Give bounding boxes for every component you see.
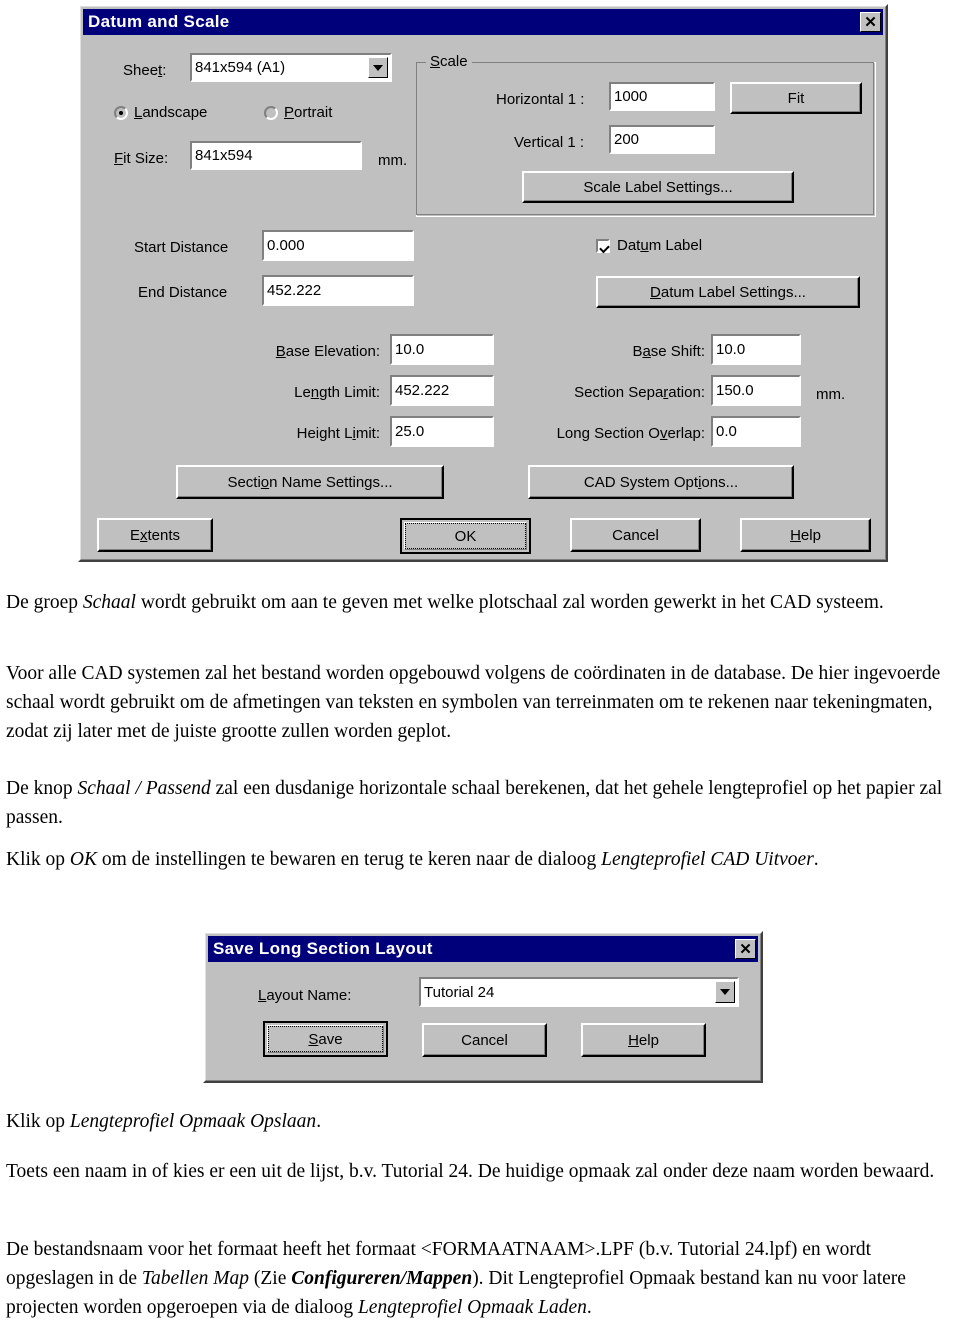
paragraph-1: De groep Schaal wordt gebruikt om aan te… — [6, 592, 884, 613]
close-icon: ✕ — [864, 13, 877, 31]
extents-button-label: Extents — [129, 526, 181, 544]
save-button[interactable]: Save — [263, 1021, 388, 1057]
start-distance-label: Start Distance — [134, 239, 229, 256]
save-button-label: Save — [308, 1030, 343, 1048]
close-button[interactable]: ✕ — [860, 12, 881, 32]
datum-label-settings-button[interactable]: Datum Label Settings... — [596, 276, 860, 308]
sheet-combobox[interactable]: 841x594 (A1) — [190, 53, 392, 82]
paragraph-7: De bestandsnaam voor het formaat heeft h… — [6, 1239, 906, 1318]
long-section-overlap-input[interactable]: 0.0 — [711, 416, 801, 447]
base-elevation-label: Base Elevation: — [275, 343, 380, 360]
chevron-down-icon[interactable] — [368, 57, 388, 78]
save-help-button[interactable]: Help — [581, 1023, 706, 1057]
fit-size-unit: mm. — [378, 152, 408, 169]
save-focus-rect: Save — [268, 1026, 383, 1052]
paragraph-3: De knop Schaal / Passend zal een dusdani… — [6, 778, 943, 828]
help-button-label: Help — [790, 526, 821, 544]
datum-and-scale-dialog: Datum and Scale ✕ Sheet: 841x594 (A1) La… — [78, 4, 888, 562]
datum-label-settings-label: Datum Label Settings... — [650, 283, 806, 301]
datum-label-checkbox[interactable]: Datum Label — [596, 237, 702, 254]
horizontal-scale-label: Horizontal 1 : — [496, 91, 585, 108]
radio-landscape-label: Landscape — [134, 104, 208, 121]
checkbox-box — [596, 238, 610, 253]
cancel-button[interactable]: Cancel — [570, 518, 701, 552]
section-separation-input[interactable]: 150.0 — [711, 375, 801, 406]
save-dialog-title: Save Long Section Layout — [213, 939, 433, 958]
datum-label-checkbox-text: Datum Label — [617, 237, 703, 254]
paragraph-5: Klik op Lengteprofiel Opmaak Opslaan. — [6, 1111, 322, 1132]
height-limit-input[interactable]: 25.0 — [390, 416, 494, 447]
base-shift-input[interactable]: 10.0 — [711, 334, 801, 365]
horizontal-scale-input[interactable]: 1000 — [609, 82, 715, 111]
length-limit-label: Length Limit: — [294, 384, 380, 401]
cancel-button-label: Cancel — [612, 526, 659, 544]
save-titlebar[interactable]: Save Long Section Layout ✕ — [208, 936, 758, 962]
paragraph-2: Voor alle CAD systemen zal het bestand w… — [6, 663, 941, 742]
fit-button-label: Fit — [787, 89, 805, 107]
sheet-label: Sheet: — [123, 62, 167, 79]
base-shift-label: Base Shift: — [632, 343, 705, 360]
section-separation-unit: mm. — [816, 386, 846, 403]
base-elevation-input[interactable]: 10.0 — [390, 334, 494, 365]
paragraph-4: Klik op OK om de instellingen te bewaren… — [6, 849, 819, 870]
ok-focus-rect: OK — [405, 523, 526, 549]
end-distance-label: End Distance — [138, 284, 228, 301]
start-distance-input[interactable]: 0.000 — [262, 230, 414, 261]
save-cancel-button[interactable]: Cancel — [422, 1023, 547, 1057]
cad-system-options-button[interactable]: CAD System Options... — [528, 465, 794, 499]
dialog-title: Datum and Scale — [88, 12, 230, 31]
close-icon: ✕ — [739, 940, 752, 958]
save-help-label: Help — [628, 1031, 659, 1049]
end-distance-input[interactable]: 452.222 — [262, 275, 414, 306]
layout-name-label: Layout Name: — [258, 987, 352, 1004]
section-name-settings-label: Section Name Settings... — [227, 473, 393, 491]
titlebar[interactable]: Datum and Scale ✕ — [83, 9, 883, 35]
length-limit-input[interactable]: 452.222 — [390, 375, 494, 406]
fit-button[interactable]: Fit — [730, 82, 862, 114]
fit-size-label: Fit Size: — [114, 150, 169, 167]
chevron-down-icon[interactable] — [715, 981, 735, 1003]
radio-landscape[interactable]: Landscape — [114, 104, 207, 121]
save-long-section-layout-dialog: Save Long Section Layout ✕ Layout Name: … — [203, 931, 763, 1083]
section-name-settings-button[interactable]: Section Name Settings... — [176, 465, 444, 499]
save-close-button[interactable]: ✕ — [735, 939, 756, 959]
height-limit-label: Height Limit: — [296, 425, 380, 442]
paragraph-6: Toets een naam in of kies er een uit de … — [6, 1161, 935, 1182]
vertical-scale-input[interactable]: 200 — [609, 125, 715, 154]
radio-landscape-dot — [114, 105, 128, 120]
cad-system-options-label: CAD System Options... — [583, 473, 739, 491]
vertical-scale-label: Vertical 1 : — [514, 134, 585, 151]
scale-groupbox-title: Scale — [426, 54, 472, 69]
ok-button-label: OK — [454, 527, 477, 545]
radio-portrait-label: Portrait — [284, 104, 333, 121]
ok-button[interactable]: OK — [400, 518, 531, 554]
scale-label-settings-label: Scale Label Settings... — [583, 178, 733, 196]
save-cancel-label: Cancel — [461, 1031, 508, 1049]
radio-portrait-dot — [264, 105, 278, 120]
long-section-overlap-label: Long Section Overlap: — [556, 425, 705, 442]
fit-size-input[interactable]: 841x594 — [190, 141, 362, 170]
extents-button[interactable]: Extents — [97, 518, 213, 552]
scale-label-settings-button[interactable]: Scale Label Settings... — [522, 171, 794, 203]
layout-name-combobox[interactable]: Tutorial 24 — [419, 977, 739, 1007]
section-separation-label: Section Separation: — [574, 384, 705, 401]
radio-portrait[interactable]: Portrait — [264, 104, 332, 121]
sheet-value: 841x594 (A1) — [195, 59, 286, 76]
layout-name-value: Tutorial 24 — [424, 983, 495, 1001]
help-button[interactable]: Help — [740, 518, 871, 552]
